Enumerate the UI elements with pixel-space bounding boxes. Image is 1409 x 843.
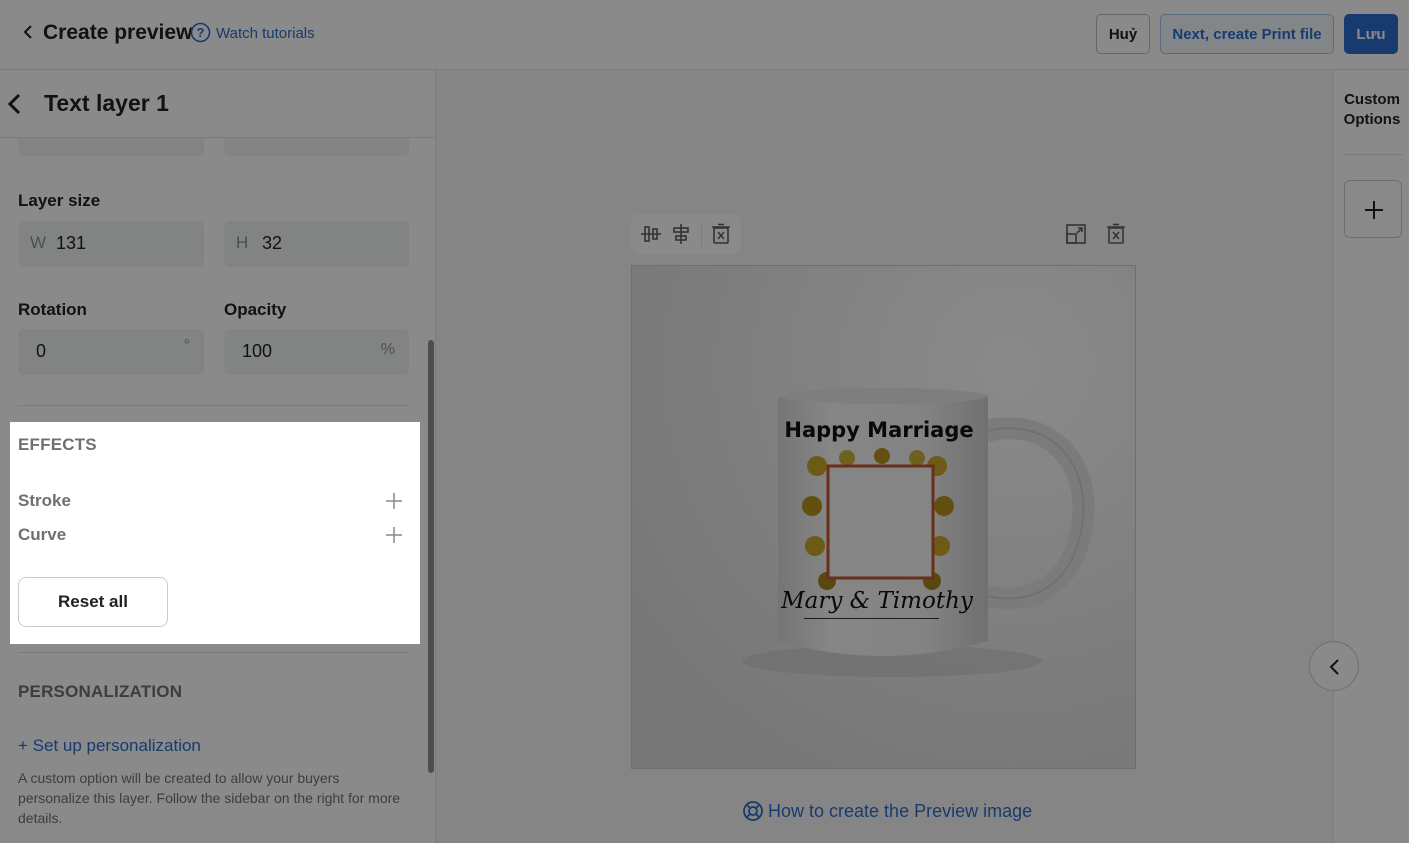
collapse-sidebar-button[interactable] [1309, 641, 1359, 691]
align-horizontal-center-icon[interactable] [669, 222, 693, 246]
h-prefix: H [236, 233, 249, 252]
question-circle-icon[interactable]: ? [190, 22, 211, 43]
plus-icon[interactable] [382, 489, 406, 513]
mug-names-text: Mary & Timothy [781, 588, 973, 614]
panel-header: Text layer 1 [0, 70, 435, 138]
divider [18, 405, 408, 406]
save-button[interactable]: Lưu [1344, 14, 1398, 54]
chevron-left-icon [1329, 659, 1339, 675]
chevron-left-icon[interactable] [20, 22, 36, 42]
delete-icon[interactable] [709, 222, 733, 246]
delete-icon[interactable] [1104, 222, 1128, 246]
plus-icon[interactable] [382, 523, 406, 547]
next-create-print-file-button[interactable]: Next, create Print file [1160, 14, 1334, 54]
width-value: 131 [56, 233, 87, 253]
height-value: 32 [262, 233, 283, 253]
divider [18, 652, 408, 653]
mug-title-text: Happy Marriage [784, 418, 974, 442]
personalization-title: PERSONALIZATION [18, 682, 183, 701]
plus-icon [1365, 201, 1383, 219]
reset-all-button[interactable]: Reset all [18, 577, 168, 627]
stroke-label: Stroke [18, 491, 71, 510]
panel-title: Text layer 1 [44, 90, 169, 116]
mug-preview-image [632, 266, 1135, 768]
lifebuoy-icon [743, 801, 763, 821]
degree-suffix: ° [183, 337, 190, 354]
svg-text:?: ? [197, 25, 205, 40]
howto-preview-text: How to create the Preview image [768, 801, 1033, 821]
align-vertical-center-icon[interactable] [639, 222, 663, 246]
page-title: Create preview [43, 21, 193, 44]
layer-size-label: Layer size [18, 191, 101, 210]
percent-suffix: % [380, 341, 395, 358]
duplicate-icon[interactable] [1064, 222, 1088, 246]
width-field[interactable]: W 131 [18, 221, 204, 267]
toolbar-separator [701, 222, 702, 246]
rotation-field[interactable]: 0 ° [18, 329, 204, 375]
height-field[interactable]: H 32 [224, 221, 409, 267]
w-prefix: W [30, 233, 47, 252]
names-underline [804, 618, 939, 619]
setup-personalization-link[interactable]: + Set up personalization [18, 736, 201, 756]
curve-label: Curve [18, 525, 67, 544]
chevron-left-icon[interactable] [6, 92, 22, 116]
personalization-description: A custom option will be created to allow… [18, 770, 401, 826]
rotation-label: Rotation [18, 300, 87, 319]
custom-options-label: Custom Options [1343, 91, 1401, 128]
opacity-label: Opacity [224, 300, 287, 319]
opacity-field[interactable]: 100 % [224, 329, 409, 375]
align-toolbar [631, 214, 741, 254]
add-custom-option-button[interactable] [1344, 180, 1402, 238]
preview-image-frame[interactable]: Happy Marriage Mary & Timothy [631, 265, 1136, 769]
top-header: Create preview ? Watch tutorials Huỷ Nex… [0, 0, 1409, 70]
rotation-value: 0 [36, 341, 47, 361]
effects-title: EFFECTS [18, 435, 97, 454]
panel-scrollbar[interactable] [428, 340, 434, 773]
watch-tutorials-link[interactable]: Watch tutorials [216, 25, 315, 42]
curve-effect-row[interactable]: Curve [18, 523, 406, 547]
stroke-effect-row[interactable]: Stroke [18, 489, 406, 513]
divider [1343, 154, 1403, 155]
opacity-value: 100 [242, 341, 273, 361]
cancel-button[interactable]: Huỷ [1096, 14, 1150, 54]
